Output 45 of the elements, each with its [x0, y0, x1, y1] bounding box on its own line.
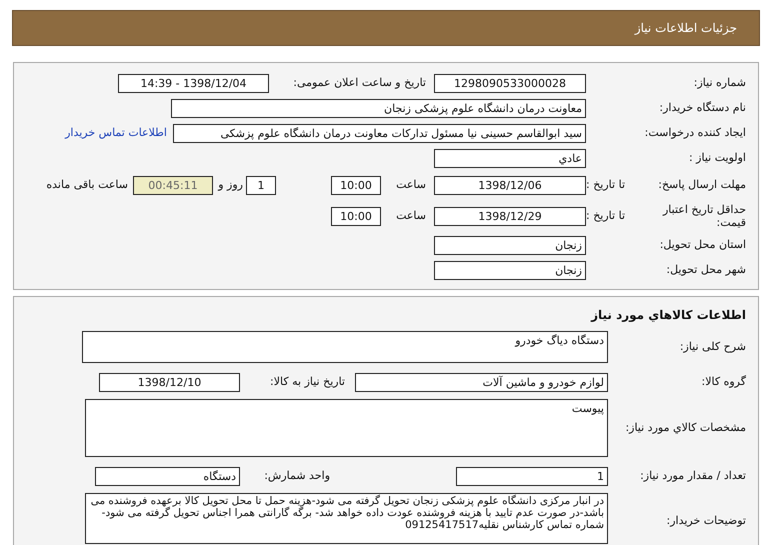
value-field: 1398/12/06 — [434, 176, 586, 194]
field-label: واحد شمارش: — [263, 468, 330, 484]
field-label: گروه کالا: — [702, 374, 746, 388]
field-label: ساعت باقی مانده — [46, 176, 128, 193]
value-field: دستگاه — [95, 466, 240, 486]
value-field: لوازم خودرو و ماشین آلات — [355, 372, 608, 392]
value-field: دستگاه دیاگ خودرو — [82, 331, 608, 363]
field-label: شرح کلی نیاز: — [680, 340, 746, 353]
field-label: تعداد / مقدار مورد نیاز: — [640, 468, 746, 482]
page-title: جزئیات اطلاعات نیاز — [634, 20, 737, 37]
value-field: 1398/12/04 - 14:39 — [118, 74, 269, 93]
field-label: نام دستگاه خریدار: — [659, 100, 746, 116]
countdown-field: 00:45:11 — [133, 176, 213, 194]
field-label: تا تاریخ : — [586, 208, 625, 224]
field-label: ساعت — [395, 208, 426, 224]
value-field: زنجان — [434, 261, 586, 280]
value-field: 1398/12/29 — [434, 206, 586, 226]
field-label: اولویت نیاز : — [688, 150, 746, 166]
value-field: 1 — [246, 176, 276, 194]
field-label: مهلت ارسال پاسخ: — [658, 176, 746, 193]
field-label: استان محل تحویل: — [660, 237, 746, 254]
value-field: معاونت درمان دانشگاه علوم پزشکی زنجان — [171, 99, 586, 118]
field-label: ساعت — [395, 176, 426, 193]
value-field: 1 — [456, 466, 608, 486]
section-title: اطلاعات كالاهاي مورد نياز — [590, 307, 747, 324]
field-label: تا تاریخ : — [586, 176, 625, 193]
field-label: شهر محل تحویل: — [666, 262, 746, 278]
field-label: مشخصات كالاي مورد نیاز: — [625, 420, 746, 434]
field-label: توضیحات خریدار: — [666, 514, 746, 527]
field-label: روز و — [216, 176, 243, 193]
value-field: 1398/12/10 — [99, 372, 240, 392]
value-field: 10:00 — [331, 176, 381, 194]
field-label: حداقل تاریخ اعتبار قیمت: — [662, 203, 746, 229]
field-label: شماره نیاز: — [694, 75, 746, 92]
value-field: در انبار مرکزی دانشگاه علوم پزشکی زنجان تحویل گرفته می شود-هزینه حمل تا محل تحویل کالا برعهده فروشنده می باشد-در صورت عدم تایید با هزینه فروشنده عودت داده خواهد شد- برگه گارانتی همرا اجناس تحویل گرفته می شود- شماره تماس کارشناس نقلیه09125417517 — [85, 493, 608, 544]
field-label: تاریخ نیاز به کالا: — [269, 374, 345, 390]
field-label: تاریخ و ساعت اعلان عمومی: — [292, 75, 426, 92]
value-field: سید ابوالقاسم حسینی نیا مسئول تدارکات معاونت درمان دانشگاه علوم پزشکی — [173, 124, 586, 143]
value-field: 10:00 — [331, 206, 381, 226]
value-field: زنجان — [434, 236, 586, 255]
contact-link[interactable]: اطلاعات تماس خریدار — [65, 125, 167, 142]
field-label: ایجاد کننده درخواست: — [644, 125, 746, 142]
value-field: 1298090533000028 — [434, 74, 586, 93]
value-field: پیوست — [85, 399, 608, 457]
value-field: عادي — [434, 149, 586, 168]
